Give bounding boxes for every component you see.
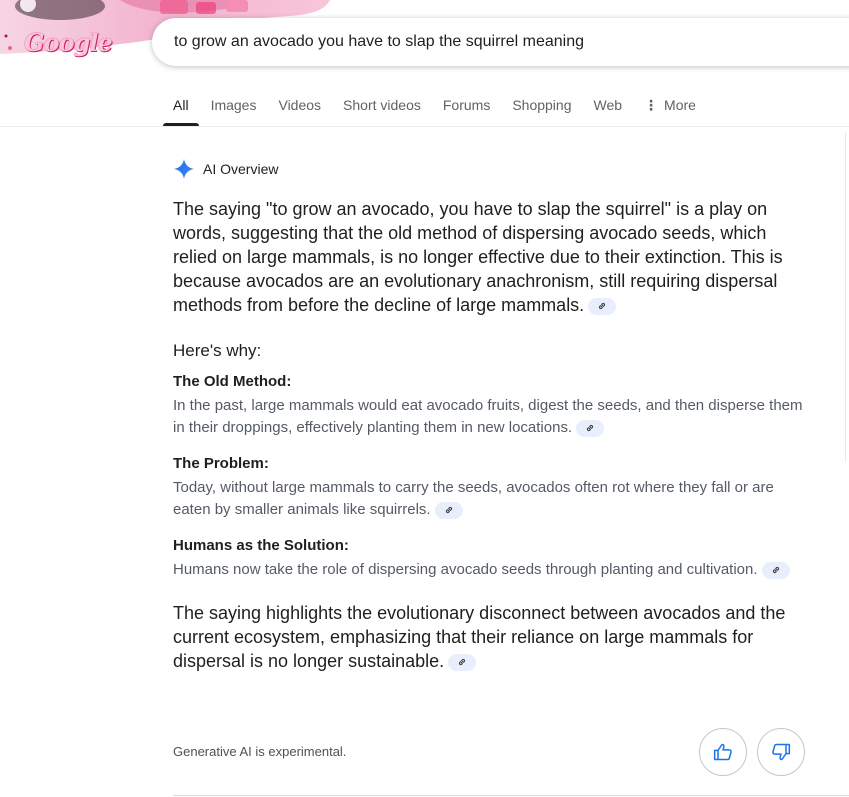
why-heading: Here's why: [173, 341, 262, 360]
generative-ai-note: Generative AI is experimental. [173, 744, 347, 759]
link-icon[interactable] [761, 561, 790, 579]
tab-more-label: More [664, 97, 696, 113]
thumbs-up-icon [713, 743, 732, 761]
tab-short-videos[interactable]: Short videos [343, 88, 421, 126]
tab-all[interactable]: All [163, 88, 199, 126]
ai-spark-icon [173, 158, 195, 180]
ai-overview-title: AI Overview [203, 161, 279, 177]
lead-text: The saying "to grow an avocado, you have… [173, 199, 783, 315]
search-input[interactable]: to grow an avocado you have to slap the … [174, 33, 584, 51]
ai-overview-lead: The saying "to grow an avocado, you have… [173, 197, 813, 317]
tab-shopping[interactable]: Shopping [512, 88, 571, 126]
section-body-text: In the past, large mammals would eat avo… [173, 397, 803, 436]
thumbs-down-button[interactable] [757, 728, 805, 776]
thumbs-down-icon [772, 743, 791, 761]
search-bar[interactable]: to grow an avocado you have to slap the … [152, 18, 849, 66]
ai-overview-content: The saying "to grow an avocado, you have… [173, 197, 813, 673]
tabs-divider [0, 126, 849, 127]
thumbs-up-button[interactable] [699, 728, 747, 776]
section-body-text: Humans now take the role of dispersing a… [173, 561, 758, 578]
link-icon[interactable] [448, 653, 477, 671]
tab-more[interactable]: ⋮ More [644, 88, 696, 126]
section-body-text: Today, without large mammals to carry th… [173, 479, 774, 518]
more-vert-icon: ⋮ [644, 97, 659, 113]
section-body: Humans now take the role of dispersing a… [173, 559, 813, 581]
google-logo[interactable]: Google [24, 28, 113, 57]
link-icon[interactable] [434, 501, 463, 519]
section-divider [173, 795, 849, 796]
link-icon[interactable] [588, 297, 617, 315]
ai-overview-header: AI Overview [173, 158, 278, 180]
link-icon[interactable] [576, 419, 605, 437]
tab-web[interactable]: Web [594, 88, 623, 126]
section-body: Today, without large mammals to carry th… [173, 477, 813, 521]
section-body: In the past, large mammals would eat avo… [173, 395, 813, 439]
section-title: Humans as the Solution: [173, 537, 349, 554]
tab-forums[interactable]: Forums [443, 88, 490, 126]
closing-text: The saying highlights the evolutionary d… [173, 603, 786, 671]
ai-overview-closing: The saying highlights the evolutionary d… [173, 601, 813, 673]
section-title: The Problem: [173, 455, 269, 472]
side-panel-edge [845, 132, 849, 462]
section-title: The Old Method: [173, 373, 292, 390]
search-tabs: All Images Videos Short videos Forums Sh… [163, 88, 718, 126]
tab-videos[interactable]: Videos [278, 88, 321, 126]
tab-images[interactable]: Images [211, 88, 257, 126]
